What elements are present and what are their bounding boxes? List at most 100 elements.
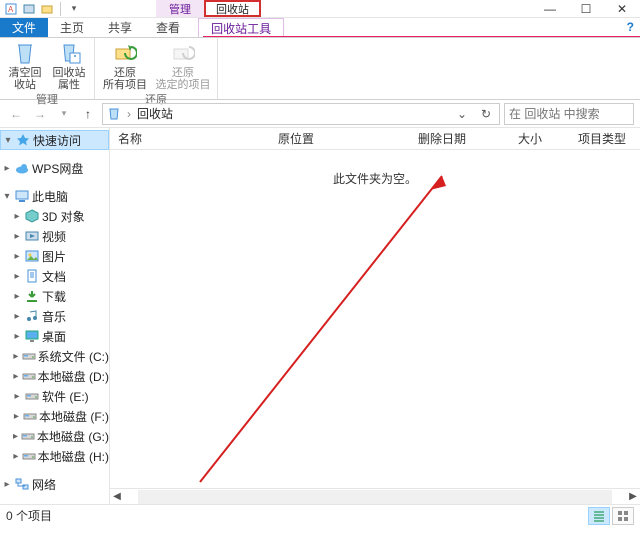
tree-quick-access[interactable]: ▾ 快速访问 (0, 130, 109, 150)
tree-this-pc-label: 此电脑 (32, 188, 68, 205)
recent-button[interactable]: ▾ (54, 104, 74, 124)
col-size[interactable]: 大小 (510, 130, 570, 147)
scroll-left-icon[interactable]: ◀ (110, 491, 124, 502)
tab-file[interactable]: 文件 (0, 18, 48, 37)
search-input[interactable] (509, 107, 640, 121)
chevron-down-icon[interactable]: ▾ (3, 135, 13, 146)
tree-item[interactable]: ▸图片 (0, 246, 109, 266)
chevron-right-icon[interactable]: ▸ (12, 311, 22, 322)
recycle-props-label: 回收站 属性 (53, 67, 86, 91)
tab-share[interactable]: 共享 (96, 18, 144, 37)
refresh-icon[interactable]: ↻ (477, 107, 495, 121)
tree-item[interactable]: ▸音乐 (0, 306, 109, 326)
dl-icon (24, 288, 40, 304)
chevron-right-icon[interactable]: ▸ (12, 391, 22, 402)
tab-home[interactable]: 主页 (48, 18, 96, 37)
chevron-right-icon[interactable]: ▸ (12, 451, 20, 462)
tab-underline (203, 36, 640, 37)
chevron-right-icon[interactable]: ▸ (12, 211, 22, 222)
chevron-right-icon[interactable]: ▸ (12, 371, 20, 382)
nav-tree[interactable]: ▾ 快速访问 ▸ WPS网盘 ▾ 此电脑 ▸3D 对象▸视频▸图片▸文档▸下载▸… (0, 128, 110, 504)
column-headers[interactable]: 名称 原位置 删除日期 大小 项目类型 (110, 128, 640, 150)
tree-item-label: 本地磁盘 (H:) (38, 448, 109, 465)
qat-customize-icon[interactable]: ▾ (67, 2, 81, 16)
tree-item[interactable]: ▸视频 (0, 226, 109, 246)
search-box[interactable]: 🔍 (504, 103, 634, 125)
minimize-button[interactable]: — (532, 0, 568, 18)
tree-item-label: 桌面 (42, 328, 66, 345)
up-button[interactable]: ↑ (78, 104, 98, 124)
restore-all-button[interactable]: 还原 所有项目 (103, 41, 147, 91)
tree-item-label: 3D 对象 (42, 208, 85, 225)
tree-item[interactable]: ▸系统文件 (C:) (0, 346, 109, 366)
col-type[interactable]: 项目类型 (570, 130, 640, 147)
recycle-props-button[interactable]: 回收站 属性 (52, 41, 86, 91)
chevron-right-icon[interactable]: ▸ (12, 231, 22, 242)
quick-access-toolbar: A ▾ (0, 2, 81, 16)
tree-quick-label: 快速访问 (33, 132, 81, 149)
tree-item[interactable]: ▸本地磁盘 (D:) (0, 366, 109, 386)
back-button[interactable]: ← (6, 104, 26, 124)
restore-all-icon (113, 41, 137, 65)
address-bar[interactable]: › 回收站 ⌄ ↻ (102, 103, 500, 125)
tab-recycle-tools[interactable]: 回收站工具 (198, 18, 284, 37)
ribbon-group-manage: 清空回 收站 回收站 属性 管理 (0, 38, 95, 99)
col-origloc[interactable]: 原位置 (270, 130, 410, 147)
chevron-right-icon[interactable]: ▸ (2, 479, 12, 490)
breadcrumb-sep: › (127, 107, 131, 121)
tree-item[interactable]: ▸ 文档 (0, 266, 109, 286)
maximize-button[interactable]: ☐ (568, 0, 604, 18)
tree-item[interactable]: ▸本地磁盘 (F:) (0, 406, 109, 426)
recycle-bin-icon (107, 107, 121, 121)
body: ▾ 快速访问 ▸ WPS网盘 ▾ 此电脑 ▸3D 对象▸视频▸图片▸文档▸下载▸… (0, 128, 640, 504)
chevron-right-icon[interactable]: ▸ (12, 271, 22, 282)
forward-button[interactable]: → (30, 104, 50, 124)
restore-selected-label: 还原 选定的项目 (156, 67, 211, 91)
chevron-right-icon[interactable]: ▸ (12, 331, 22, 342)
large-icons-view-button[interactable] (612, 507, 634, 525)
chevron-right-icon[interactable]: ▸ (12, 291, 22, 302)
breadcrumb[interactable]: 回收站 (137, 105, 173, 122)
horizontal-scrollbar[interactable]: ◀ ▶ (110, 488, 640, 504)
chevron-right-icon[interactable]: ▸ (2, 163, 12, 174)
music-icon (24, 308, 40, 324)
tab-view[interactable]: 查看 (144, 18, 192, 37)
col-deldate[interactable]: 删除日期 (410, 130, 510, 147)
tree-item[interactable]: ▸ 本地磁盘 (H:) (0, 446, 109, 466)
context-tab-manage[interactable]: 管理 (156, 0, 204, 17)
chevron-right-icon[interactable]: ▸ (12, 351, 20, 362)
context-tab-recycle[interactable]: 回收站 (204, 0, 261, 17)
tree-item[interactable]: ▸ 本地磁盘 (G:) (0, 426, 109, 446)
address-dropdown-icon[interactable]: ⌄ (453, 107, 471, 121)
tree-item-label: 文档 (42, 268, 66, 285)
scroll-track[interactable] (138, 490, 612, 504)
tree-item[interactable]: ▸下载 (0, 286, 109, 306)
new-folder-qat-icon[interactable] (40, 2, 54, 16)
ribbon-tabs: 文件 主页 共享 查看 回收站工具 ? (0, 18, 640, 38)
help-icon[interactable]: ? (627, 20, 634, 34)
scroll-right-icon[interactable]: ▶ (626, 491, 640, 502)
restore-selected-button[interactable]: 还原 选定的项目 (157, 41, 209, 91)
file-list[interactable]: 此文件夹为空。 (110, 150, 640, 488)
chevron-right-icon[interactable]: ▸ (12, 431, 19, 442)
cube-icon (24, 208, 40, 224)
tree-this-pc[interactable]: ▾ 此电脑 (0, 186, 109, 206)
tree-item[interactable]: ▸ 3D 对象 (0, 206, 109, 226)
doc-icon (24, 268, 40, 284)
chevron-right-icon[interactable]: ▸ (12, 251, 22, 262)
col-name[interactable]: 名称 (110, 130, 270, 147)
details-view-button[interactable] (588, 507, 610, 525)
desk-icon (24, 328, 40, 344)
chevron-right-icon[interactable]: ▸ (12, 411, 21, 422)
tree-wps[interactable]: ▸ WPS网盘 (0, 158, 109, 178)
tree-item[interactable]: ▸软件 (E:) (0, 386, 109, 406)
chevron-down-icon[interactable]: ▾ (2, 191, 12, 202)
empty-recycle-button[interactable]: 清空回 收站 (8, 41, 42, 91)
network-icon (14, 476, 30, 492)
tree-item[interactable]: ▸ 桌面 (0, 326, 109, 346)
ribbon-group-restore: 还原 所有项目 还原 选定的项目 还原 (95, 38, 218, 99)
tree-item-label: 本地磁盘 (G:) (37, 428, 109, 445)
tree-network[interactable]: ▸ 网络 (0, 474, 109, 494)
props-qat-icon[interactable] (22, 2, 36, 16)
close-button[interactable]: ✕ (604, 0, 640, 18)
